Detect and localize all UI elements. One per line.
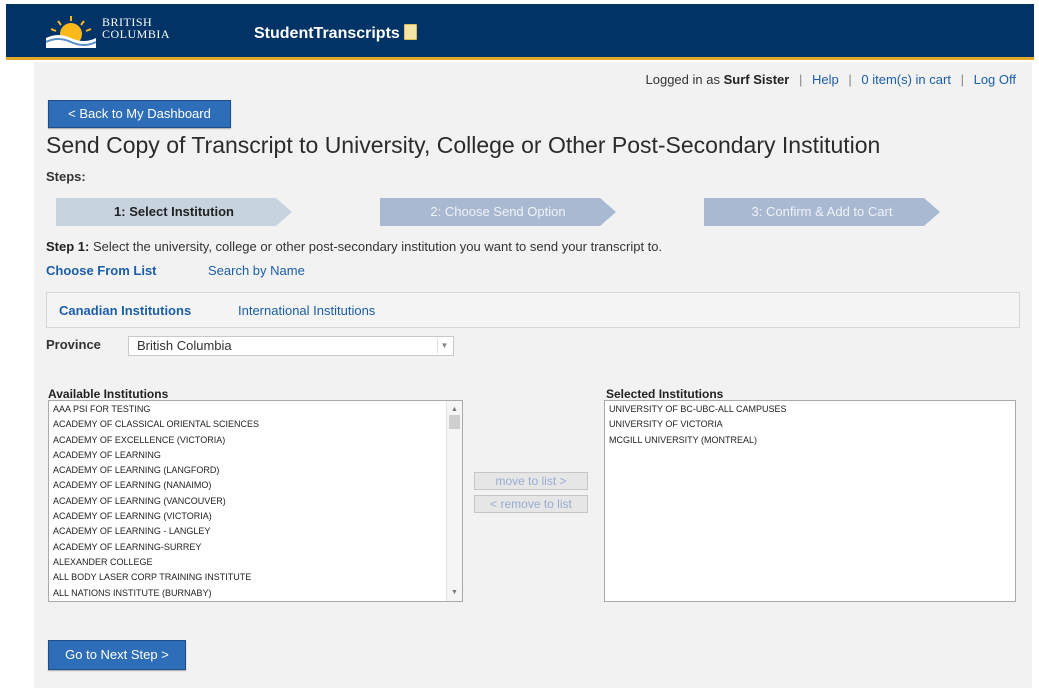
list-item[interactable]: ACADEMY OF CLASSICAL ORIENTAL SCIENCES [53, 417, 462, 432]
list-item[interactable]: MCGILL UNIVERSITY (MONTREAL) [609, 433, 1015, 448]
document-icon [403, 24, 417, 40]
list-item[interactable]: ACADEMY OF LEARNING (NANAIMO) [53, 478, 462, 493]
logoff-link[interactable]: Log Off [974, 72, 1016, 87]
step-2-choose-send-option: 2: Choose Send Option [380, 198, 616, 226]
choose-from-list-link[interactable]: Choose From List [46, 263, 157, 278]
cart-link[interactable]: 0 item(s) in cart [861, 72, 951, 87]
step-description: Step 1: Select the university, college o… [46, 239, 662, 254]
step-3-confirm-add-to-cart: 3: Confirm & Add to Cart [704, 198, 940, 226]
list-item[interactable]: ACADEMY OF EXCELLENCE (VICTORIA) [53, 433, 462, 448]
step-description-text: Select the university, college or other … [92, 239, 663, 254]
step-2-label: 2: Choose Send Option [430, 204, 566, 219]
step-3-label: 3: Confirm & Add to Cart [751, 204, 893, 219]
list-item[interactable]: UNIVERSITY OF VICTORIA [609, 417, 1015, 432]
back-to-dashboard-button[interactable]: < Back to My Dashboard [48, 100, 231, 128]
list-item[interactable]: AAA PSI FOR TESTING [53, 402, 462, 417]
step-1-select-institution: 1: Select Institution [56, 198, 292, 226]
go-to-next-step-button[interactable]: Go to Next Step > [48, 640, 186, 670]
available-institutions-title: Available Institutions [48, 387, 169, 401]
list-item[interactable]: ACADEMY OF LEARNING (VANCOUVER) [53, 494, 462, 509]
chevron-down-icon[interactable]: ▼ [437, 339, 451, 353]
list-scrollbar[interactable]: ▲ ▼ [446, 401, 462, 601]
main-content: Logged in as Surf Sister | Help | 0 item… [34, 62, 1032, 688]
province-select[interactable]: British Columbia ▼ [128, 336, 454, 356]
separator: | [798, 72, 803, 87]
institution-tabs: Canadian Institutions International Inst… [46, 292, 1020, 328]
list-item[interactable]: UNIVERSITY OF BC-UBC-ALL CAMPUSES [609, 402, 1015, 417]
province-selected-value: British Columbia [137, 338, 232, 353]
remove-from-list-button[interactable]: < remove to list [474, 495, 588, 513]
separator: | [960, 72, 964, 87]
username: Surf Sister [723, 72, 790, 87]
tab-canadian-institutions[interactable]: Canadian Institutions [59, 303, 191, 318]
step-description-bold: Step 1: [46, 239, 90, 254]
list-item[interactable]: ACADEMY OF LEARNING (LANGFORD) [53, 463, 462, 478]
list-item[interactable]: ALL NATIONS INSTITUTE (BURNABY) [53, 586, 462, 601]
scroll-thumb[interactable] [449, 415, 460, 429]
user-bar: Logged in as Surf Sister | Help | 0 item… [646, 72, 1016, 87]
search-by-name-link[interactable]: Search by Name [208, 263, 305, 278]
steps-label: Steps: [46, 169, 86, 184]
available-institutions-list[interactable]: AAA PSI FOR TESTING ACADEMY OF CLASSICAL… [48, 400, 463, 602]
selected-institutions-list[interactable]: UNIVERSITY OF BC-UBC-ALL CAMPUSES UNIVER… [604, 400, 1016, 602]
bc-logo-icon[interactable] [46, 14, 96, 48]
scroll-down-icon[interactable]: ▼ [447, 585, 462, 600]
list-item[interactable]: ACADEMY OF LEARNING (VICTORIA) [53, 509, 462, 524]
list-item[interactable]: ALEXANDER COLLEGE [53, 555, 462, 570]
step-1-label: 1: Select Institution [114, 204, 234, 219]
list-item[interactable]: ACADEMY OF LEARNING - LANGLEY [53, 524, 462, 539]
help-link[interactable]: Help [812, 72, 839, 87]
logo-line-2: COLUMBIA [102, 27, 171, 41]
site-header: BRITISH COLUMBIA StudentTranscripts [6, 4, 1034, 60]
logged-in-prefix: Logged in as [645, 72, 720, 87]
app-title: StudentTranscripts [254, 24, 417, 43]
selected-institutions-title: Selected Institutions [606, 387, 724, 401]
tab-international-institutions[interactable]: International Institutions [238, 303, 375, 318]
list-item[interactable]: ACADEMY OF LEARNING [53, 448, 462, 463]
move-to-list-button[interactable]: move to list > [474, 472, 588, 490]
list-item[interactable]: ACADEMY OF LEARNING-SURREY [53, 540, 462, 555]
separator: | [848, 72, 852, 87]
app-title-text: StudentTranscripts [254, 25, 400, 42]
province-label: Province [46, 337, 101, 352]
page-title: Send Copy of Transcript to University, C… [46, 132, 881, 158]
bc-logo-text: BRITISH COLUMBIA [102, 16, 170, 40]
list-item[interactable]: ALL BODY LASER CORP TRAINING INSTITUTE [53, 570, 462, 585]
